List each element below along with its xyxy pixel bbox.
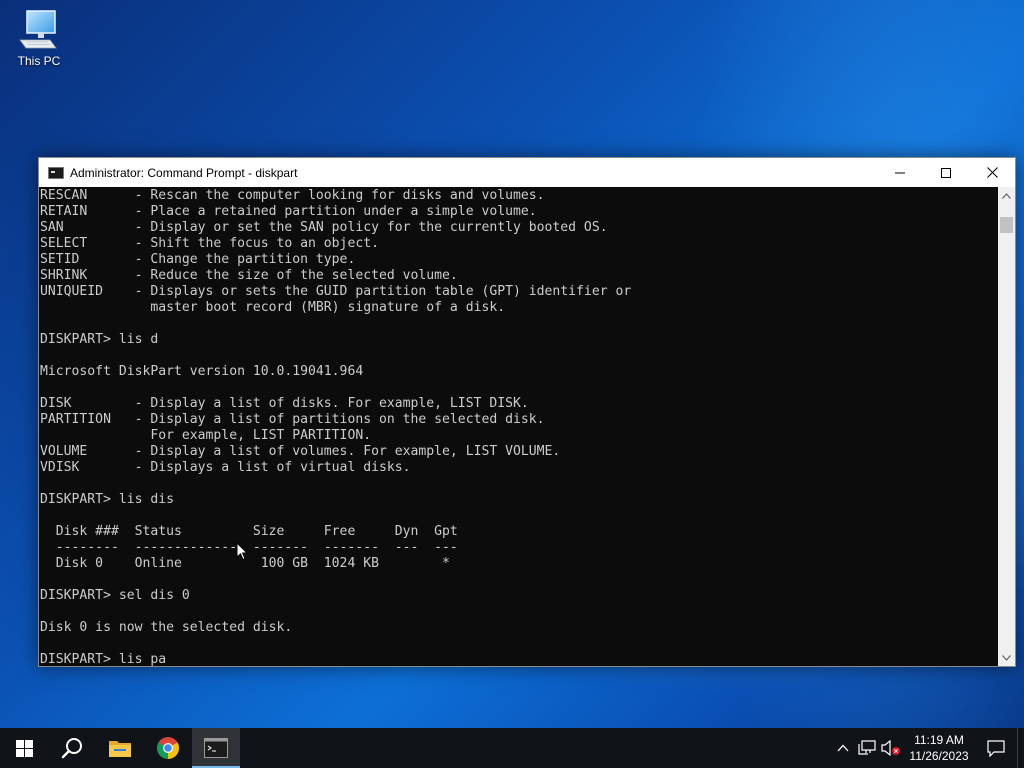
- console-line: DISKPART> lis d: [40, 332, 159, 347]
- cmd-icon: [48, 166, 64, 179]
- mouse-cursor-icon: [236, 541, 249, 565]
- show-desktop-button[interactable]: [1017, 728, 1024, 768]
- chevron-down-icon: [1002, 654, 1011, 661]
- console-line: RETAIN - Place a retained partition unde…: [40, 204, 537, 219]
- search-icon: [61, 738, 82, 759]
- file-explorer-button[interactable]: [96, 728, 144, 768]
- console-line: SETID - Change the partition type.: [40, 252, 356, 267]
- console-line: PARTITION - Display a list of partitions…: [40, 412, 545, 427]
- cmd-icon: [204, 738, 228, 758]
- close-icon: [986, 167, 998, 178]
- console-line: master boot record (MBR) signature of a …: [40, 300, 506, 315]
- chrome-button[interactable]: [144, 728, 192, 768]
- folder-icon: [109, 741, 131, 757]
- console-text: RESCAN - Rescan the computer looking for…: [40, 188, 998, 666]
- console-line: DISKPART> sel dis 0: [40, 588, 190, 603]
- console-line: Disk 0 is now the selected disk.: [40, 620, 293, 635]
- console-line: -------- ------------- ------- ------- -…: [40, 540, 458, 555]
- chevron-up-icon: [1002, 192, 1011, 199]
- console-line: SHRINK - Reduce the size of the selected…: [40, 268, 458, 283]
- vertical-scrollbar[interactable]: [998, 187, 1015, 666]
- console-line: SELECT - Shift the focus to an object.: [40, 236, 379, 251]
- start-button[interactable]: [0, 728, 48, 768]
- console-line: VOLUME - Display a list of volumes. For …: [40, 444, 561, 459]
- close-button[interactable]: [969, 158, 1015, 187]
- maximize-button[interactable]: [923, 158, 969, 187]
- action-center-button[interactable]: [975, 728, 1017, 768]
- minimize-icon: [895, 172, 905, 173]
- window-title: Administrator: Command Prompt - diskpart: [70, 165, 298, 180]
- taskbar: 11:19 AM 11/26/2023: [0, 728, 1024, 768]
- search-button[interactable]: [48, 728, 96, 768]
- console-line: Disk ### Status Size Free Dyn Gpt: [40, 524, 458, 539]
- console-line: SAN - Display or set the SAN policy for …: [40, 220, 608, 235]
- clock-time: 11:19 AM: [914, 733, 964, 747]
- volume-muted-icon: [881, 740, 900, 756]
- command-prompt-button[interactable]: [192, 728, 240, 768]
- chevron-up-icon: [837, 744, 849, 752]
- console-line: VDISK - Displays a list of virtual disks…: [40, 460, 411, 475]
- network-button[interactable]: [855, 728, 879, 768]
- console-line: Microsoft DiskPart version 10.0.19041.96…: [40, 364, 364, 379]
- window-controls: [877, 158, 1015, 187]
- console-line: UNIQUEID - Displays or sets the GUID par…: [40, 284, 632, 299]
- window-titlebar[interactable]: Administrator: Command Prompt - diskpart: [39, 158, 1015, 187]
- clock-date: 11/26/2023: [909, 749, 969, 763]
- console-line: For example, LIST PARTITION.: [40, 428, 372, 443]
- taskbar-clock[interactable]: 11:19 AM 11/26/2023: [903, 728, 975, 768]
- console-line: DISK - Display a list of disks. For exam…: [40, 396, 529, 411]
- desktop-icon-this-pc[interactable]: This PC: [8, 8, 70, 74]
- scrollbar-thumb[interactable]: [1000, 217, 1013, 233]
- minimize-button[interactable]: [877, 158, 923, 187]
- network-icon: [858, 740, 876, 755]
- maximize-icon: [941, 167, 951, 178]
- this-pc-icon: [16, 8, 62, 52]
- console-line: DISKPART> lis pa: [40, 652, 167, 666]
- scroll-up-button[interactable]: [998, 187, 1015, 204]
- console-output[interactable]: RESCAN - Rescan the computer looking for…: [39, 187, 998, 666]
- show-hidden-icons-button[interactable]: [831, 728, 855, 768]
- console-line: DISKPART> lis dis: [40, 492, 175, 507]
- chrome-icon: [157, 737, 179, 759]
- windows-logo-icon: [15, 739, 33, 757]
- system-tray: 11:19 AM 11/26/2023: [831, 728, 1024, 768]
- command-prompt-window[interactable]: Administrator: Command Prompt - diskpart…: [38, 157, 1016, 667]
- desktop-icon-label: This PC: [17, 54, 61, 68]
- volume-button[interactable]: [879, 728, 903, 768]
- console-line: RESCAN - Rescan the computer looking for…: [40, 188, 545, 203]
- scroll-down-button[interactable]: [998, 649, 1015, 666]
- notification-icon: [987, 739, 1005, 757]
